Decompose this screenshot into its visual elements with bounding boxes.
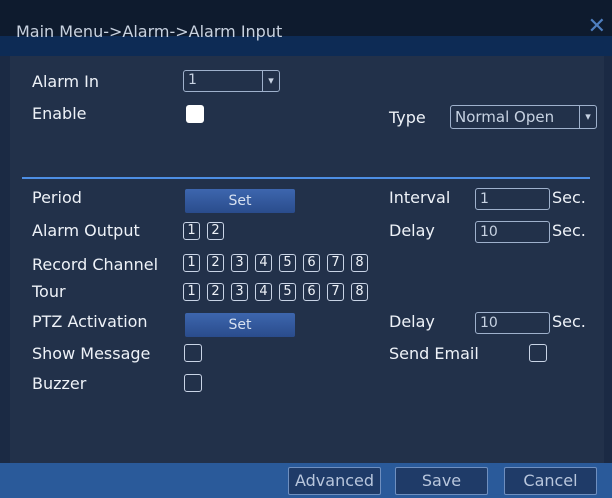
delay-input[interactable]: 10: [475, 221, 550, 243]
chevron-down-icon: ▾: [262, 71, 279, 91]
period-label: Period: [32, 188, 82, 207]
ptz-set-button[interactable]: Set: [185, 313, 295, 337]
tour-channel-1[interactable]: 1: [183, 283, 200, 301]
alarm-in-label: Alarm In: [32, 72, 100, 91]
save-button[interactable]: Save: [395, 467, 488, 495]
ptz-delay-unit: Sec.: [552, 312, 586, 331]
record-channel-6[interactable]: 6: [303, 254, 320, 272]
buzzer-label: Buzzer: [32, 374, 87, 393]
section-divider: [22, 177, 590, 179]
chevron-down-icon: ▾: [579, 106, 596, 128]
record-channel-4[interactable]: 4: [255, 254, 272, 272]
alarm-output-channel-2[interactable]: 2: [207, 222, 224, 240]
ptz-delay-input[interactable]: 10: [475, 312, 550, 334]
tour-channel-8[interactable]: 8: [351, 283, 368, 301]
period-set-button[interactable]: Set: [185, 189, 295, 213]
enable-label: Enable: [32, 104, 87, 123]
enable-checkbox[interactable]: [186, 105, 204, 123]
buzzer-checkbox[interactable]: [184, 374, 202, 392]
delay-label: Delay: [389, 221, 435, 240]
alarm-output-label: Alarm Output: [32, 221, 140, 240]
tour-channel-4[interactable]: 4: [255, 283, 272, 301]
record-channel-7[interactable]: 7: [327, 254, 344, 272]
send-email-label: Send Email: [389, 344, 479, 363]
type-label: Type: [389, 108, 426, 127]
advanced-button[interactable]: Advanced: [288, 467, 381, 495]
record-channel-label: Record Channel: [32, 255, 159, 274]
alarm-output-channel-1[interactable]: 1: [183, 222, 200, 240]
interval-unit: Sec.: [552, 188, 586, 207]
record-channel-1[interactable]: 1: [183, 254, 200, 272]
tour-channel-7[interactable]: 7: [327, 283, 344, 301]
tour-channel-2[interactable]: 2: [207, 283, 224, 301]
record-channel-3[interactable]: 3: [231, 254, 248, 272]
show-message-label: Show Message: [32, 344, 151, 363]
delay-unit: Sec.: [552, 221, 586, 240]
interval-label: Interval: [389, 188, 451, 207]
alarm-in-select[interactable]: 1 ▾: [183, 70, 280, 92]
type-select[interactable]: Normal Open ▾: [450, 105, 597, 129]
send-email-checkbox[interactable]: [529, 344, 547, 362]
alarm-in-value: 1: [188, 72, 197, 88]
cancel-button[interactable]: Cancel: [504, 467, 597, 495]
tour-channel-3[interactable]: 3: [231, 283, 248, 301]
record-channel-2[interactable]: 2: [207, 254, 224, 272]
title-bar: Main Menu->Alarm->Alarm Input ✕: [0, 0, 612, 56]
tour-label: Tour: [32, 282, 66, 301]
alarm-input-dialog: Main Menu->Alarm->Alarm Input ✕ Alarm In…: [0, 0, 612, 498]
interval-input[interactable]: 1: [475, 188, 550, 210]
show-message-checkbox[interactable]: [184, 344, 202, 362]
tour-channel-5[interactable]: 5: [279, 283, 296, 301]
ptz-delay-label: Delay: [389, 312, 435, 331]
window-title: Main Menu->Alarm->Alarm Input: [16, 22, 283, 41]
type-value: Normal Open: [455, 108, 555, 126]
tour-channel-6[interactable]: 6: [303, 283, 320, 301]
footer-bar: Advanced Save Cancel: [0, 463, 612, 498]
ptz-activation-label: PTZ Activation: [32, 312, 148, 331]
close-icon[interactable]: ✕: [588, 14, 606, 39]
record-channel-5[interactable]: 5: [279, 254, 296, 272]
record-channel-8[interactable]: 8: [351, 254, 368, 272]
